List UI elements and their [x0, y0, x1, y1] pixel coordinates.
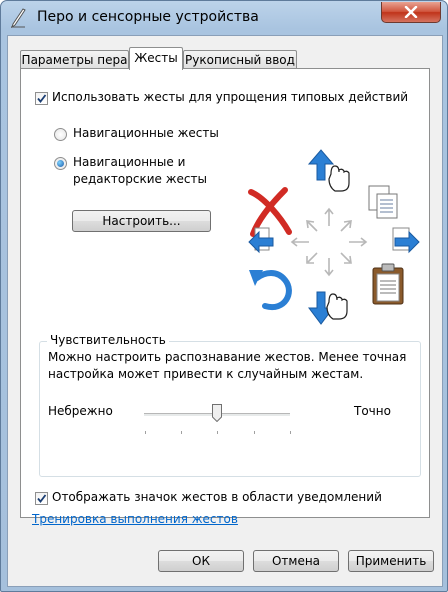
arrow-up-icon: [307, 149, 350, 192]
arrow-right-icon: [392, 227, 420, 254]
ok-button-label: ОК: [192, 554, 210, 568]
dialog-client: Параметры пера Жесты Рукописный ввод Исп…: [7, 35, 443, 587]
copy-icon: [368, 185, 398, 219]
sensitivity-left-label: Небрежно: [48, 404, 113, 418]
checkmark-icon: [37, 94, 47, 103]
show-icon-checkbox[interactable]: [35, 492, 48, 505]
tab-gestures[interactable]: Жесты: [129, 47, 183, 70]
sensitivity-description-2: настройка может привести к случайным жес…: [48, 367, 364, 381]
tab-label: Рукописный ввод: [185, 53, 295, 67]
direction-arrows-icon: [290, 207, 368, 277]
undo-icon: [249, 270, 292, 311]
slider-tick: [181, 431, 182, 434]
apply-button-label: Применить: [355, 554, 427, 568]
pen-icon: [9, 8, 27, 29]
configure-button-label: Настроить...: [102, 214, 181, 228]
tab-panel-gestures: Использовать жесты для упрощения типовых…: [20, 68, 430, 518]
radio-navigation-label: Навигационные жесты: [73, 126, 219, 140]
apply-button[interactable]: Применить: [348, 550, 434, 572]
sensitivity-slider-thumb[interactable]: [212, 404, 222, 422]
training-link[interactable]: Тренировка выполнения жестов: [32, 512, 238, 526]
delete-icon: [248, 187, 292, 237]
slider-tick: [290, 431, 291, 434]
tab-pen-settings[interactable]: Параметры пера: [20, 50, 129, 69]
radio-navigation-edit-label-2: редакторские жесты: [73, 172, 207, 186]
arrow-down-icon: [308, 291, 348, 325]
tab-handwriting[interactable]: Рукописный ввод: [183, 50, 297, 69]
use-gestures-checkbox[interactable]: [35, 92, 48, 105]
dialog-window: Перо и сенсорные устройства Параметры пе…: [0, 0, 448, 592]
radio-navigation[interactable]: [54, 128, 67, 141]
ok-button[interactable]: ОК: [158, 550, 244, 572]
radio-navigation-edit[interactable]: [54, 157, 67, 170]
close-button[interactable]: [381, 2, 441, 23]
slider-tick: [254, 431, 255, 434]
slider-tick: [217, 431, 218, 434]
show-icon-label: Отображать значок жестов в области уведо…: [52, 490, 382, 504]
tab-label: Жесты: [134, 51, 178, 65]
cancel-button-label: Отмена: [271, 554, 321, 568]
sensitivity-title: Чувствительность: [47, 333, 169, 347]
slider-tick: [145, 431, 146, 434]
configure-button[interactable]: Настроить...: [72, 210, 211, 232]
radio-navigation-edit-label-1: Навигационные и: [73, 155, 186, 169]
close-icon: [404, 6, 418, 18]
cancel-button[interactable]: Отмена: [253, 550, 339, 572]
gesture-illustration: [248, 149, 420, 325]
sensitivity-description-1: Можно настроить распознавание жестов. Ме…: [48, 350, 407, 364]
sensitivity-right-label: Точно: [354, 404, 391, 418]
checkmark-icon: [37, 494, 47, 503]
paste-icon: [372, 263, 404, 305]
title-bar[interactable]: Перо и сенсорные устройства: [1, 1, 447, 35]
window-title: Перо и сенсорные устройства: [37, 9, 259, 25]
use-gestures-label: Использовать жесты для упрощения типовых…: [52, 90, 409, 104]
tab-label: Параметры пера: [21, 53, 128, 67]
